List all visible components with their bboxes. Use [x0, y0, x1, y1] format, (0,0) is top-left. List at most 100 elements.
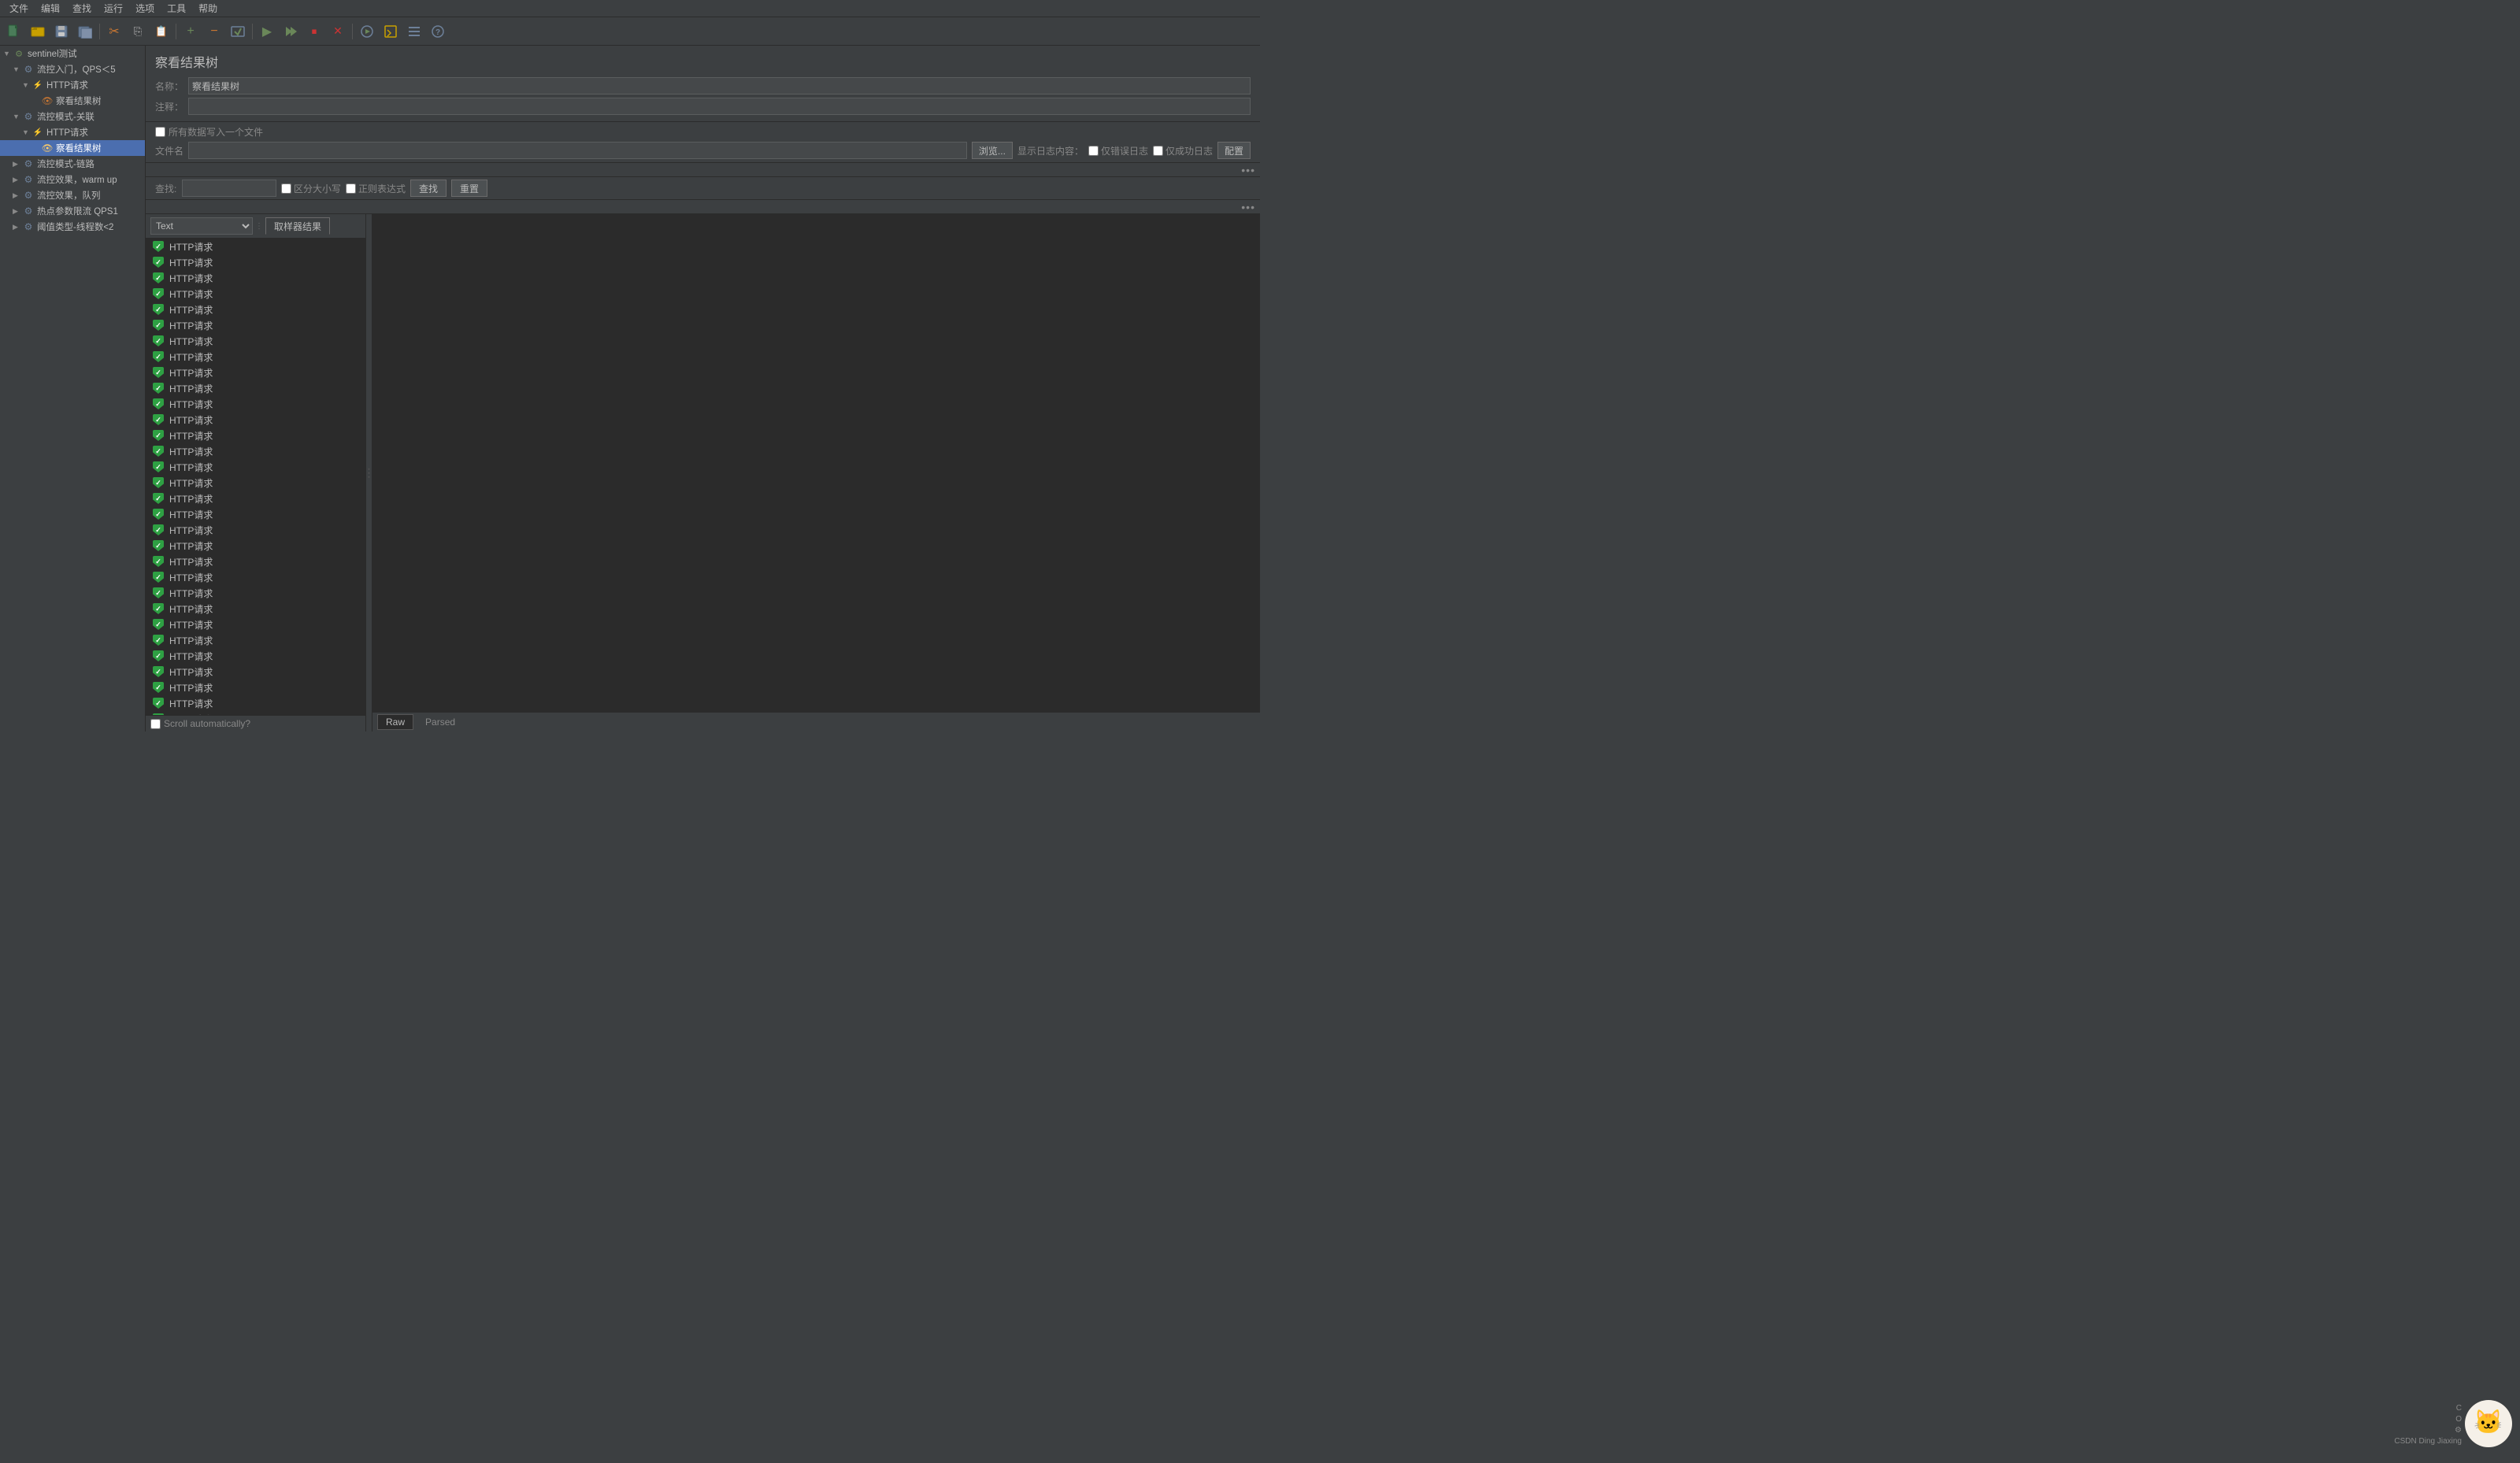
request-item[interactable]: HTTP请求 [146, 585, 365, 601]
request-item[interactable]: HTTP请求 [146, 428, 365, 443]
request-item[interactable]: HTTP请求 [146, 270, 365, 286]
regex-label[interactable]: 正则表达式 [346, 182, 406, 195]
close-btn[interactable]: ✕ [327, 20, 349, 43]
request-item[interactable]: HTTP请求 [146, 538, 365, 554]
request-item[interactable]: HTTP请求 [146, 554, 365, 569]
request-item[interactable]: HTTP请求 [146, 302, 365, 317]
request-item[interactable]: HTTP请求 [146, 239, 365, 254]
paste-btn[interactable]: 📋 [150, 20, 172, 43]
request-item[interactable]: HTTP请求 [146, 412, 365, 428]
tab-parsed[interactable]: Parsed [417, 714, 464, 730]
case-sensitive-checkbox[interactable] [281, 183, 291, 194]
file-all-checkbox[interactable] [155, 127, 165, 137]
save-all-btn[interactable] [74, 20, 96, 43]
success-badge-17 [153, 509, 164, 520]
search-input[interactable] [182, 180, 276, 197]
tree-view2-selected[interactable]: 👁 察看结果树 [0, 140, 145, 156]
tree-flow1[interactable]: ▼ ⚙ 流控入门，QPS＜5 [0, 61, 145, 77]
browse-btn2[interactable] [227, 20, 249, 43]
request-item[interactable]: HTTP请求 [146, 695, 365, 711]
regex-checkbox[interactable] [346, 183, 356, 194]
menu-options[interactable]: 选项 [129, 0, 161, 17]
request-item[interactable]: HTTP请求 [146, 680, 365, 695]
request-item[interactable]: HTTP请求 [146, 617, 365, 632]
menu-find[interactable]: 查找 [66, 0, 98, 17]
request-item[interactable]: HTTP请求 [146, 380, 365, 396]
request-item[interactable]: HTTP请求 [146, 396, 365, 412]
menu-file[interactable]: 文件 [3, 0, 35, 17]
request-item[interactable]: HTTP请求 [146, 569, 365, 585]
open-btn[interactable] [27, 20, 49, 43]
request-item[interactable]: HTTP请求 [146, 522, 365, 538]
menu-tools[interactable]: 工具 [161, 0, 192, 17]
save-btn[interactable] [50, 20, 72, 43]
vertical-resize-handle[interactable] [366, 214, 372, 732]
request-item[interactable]: HTTP请求 [146, 317, 365, 333]
menu-run[interactable]: 运行 [98, 0, 129, 17]
request-item[interactable]: HTTP请求 [146, 459, 365, 475]
request-item[interactable]: HTTP请求 [146, 333, 365, 349]
menu-edit[interactable]: 编辑 [35, 0, 66, 17]
sampler-result-tab[interactable]: 取样器结果 [265, 217, 330, 235]
success-log-label[interactable]: 仅成功日志 [1153, 144, 1213, 157]
request-label-18: HTTP请求 [169, 524, 213, 537]
find-btn[interactable]: 查找 [410, 180, 447, 197]
play-all-btn[interactable] [280, 20, 302, 43]
file-path-input[interactable] [188, 142, 967, 159]
tree-view1[interactable]: 👁 察看结果树 [0, 93, 145, 109]
add-btn[interactable]: + [180, 20, 202, 43]
request-item[interactable]: HTTP请求 [146, 491, 365, 506]
more-btn1[interactable]: ••• [1241, 164, 1255, 176]
more-btn2[interactable]: ••• [1241, 201, 1255, 213]
remove-btn[interactable]: − [203, 20, 225, 43]
type-select[interactable]: Text JSON XML HTML RegExp Tester CSS/JQu… [150, 217, 253, 235]
config-btn[interactable]: 配置 [1217, 142, 1251, 159]
tree-flow6[interactable]: ▶ ⚙ 热点参数限流 QPS1 [0, 203, 145, 219]
name-input[interactable] [188, 77, 1251, 94]
tab-raw[interactable]: Raw [377, 714, 413, 730]
tree-http1[interactable]: ▼ ⚡ HTTP请求 [0, 77, 145, 93]
file-label: 文件名 [155, 144, 183, 157]
request-item[interactable]: HTTP请求 [146, 443, 365, 459]
tree-flow2[interactable]: ▼ ⚙ 流控模式-关联 [0, 109, 145, 124]
requests-list[interactable]: HTTP请求 HTTP请求 HTTP请求 HTTP请求 [146, 239, 365, 715]
stop-btn[interactable]: ⏹ [303, 20, 325, 43]
help-btn[interactable]: ? [427, 20, 449, 43]
rec-btn[interactable] [356, 20, 378, 43]
request-item[interactable]: HTTP请求 [146, 648, 365, 664]
tree-http2[interactable]: ▼ ⚡ HTTP请求 [0, 124, 145, 140]
new-file-btn[interactable] [3, 20, 25, 43]
scroll-auto-checkbox[interactable] [150, 719, 161, 729]
request-item[interactable]: HTTP请求 [146, 254, 365, 270]
cut-btn[interactable]: ✂ [103, 20, 125, 43]
browse-file-btn[interactable]: 浏览... [972, 142, 1013, 159]
tree-flow4[interactable]: ▶ ⚙ 流控效果，warm up [0, 172, 145, 187]
status-icon-5 [152, 319, 165, 331]
reset-btn[interactable]: 重置 [451, 180, 487, 197]
request-item[interactable]: HTTP请求 [146, 601, 365, 617]
tree-flow5[interactable]: ▶ ⚙ 流控效果，队列 [0, 187, 145, 203]
tools-btn[interactable] [403, 20, 425, 43]
comment-input[interactable] [188, 98, 1251, 115]
request-item[interactable]: HTTP请求 [146, 286, 365, 302]
tree-flow3[interactable]: ▶ ⚙ 流控模式-链路 [0, 156, 145, 172]
request-label-9: HTTP请求 [169, 382, 213, 395]
request-item[interactable]: HTTP请求 [146, 365, 365, 380]
success-log-checkbox[interactable] [1153, 146, 1163, 156]
copy-btn[interactable]: ⎘ [127, 20, 149, 43]
request-item[interactable]: HTTP请求 [146, 664, 365, 680]
request-item[interactable]: HTTP请求 [146, 632, 365, 648]
script-btn[interactable] [380, 20, 402, 43]
sep4 [352, 24, 353, 39]
error-log-checkbox[interactable] [1088, 146, 1099, 156]
error-log-label[interactable]: 仅错误日志 [1088, 144, 1148, 157]
tree-flow7[interactable]: ▶ ⚙ 阈值类型-线程数<2 [0, 219, 145, 235]
request-item[interactable]: HTTP请求 [146, 506, 365, 522]
play-btn[interactable]: ▶ [256, 20, 278, 43]
case-sensitive-label[interactable]: 区分大小写 [281, 182, 341, 195]
tree-root[interactable]: ▼ ⚙ sentinel测试 [0, 46, 145, 61]
tree-label: 流控入门，QPS＜5 [37, 63, 142, 76]
request-item[interactable]: HTTP请求 [146, 475, 365, 491]
request-item[interactable]: HTTP请求 [146, 349, 365, 365]
menu-help[interactable]: 帮助 [192, 0, 224, 17]
